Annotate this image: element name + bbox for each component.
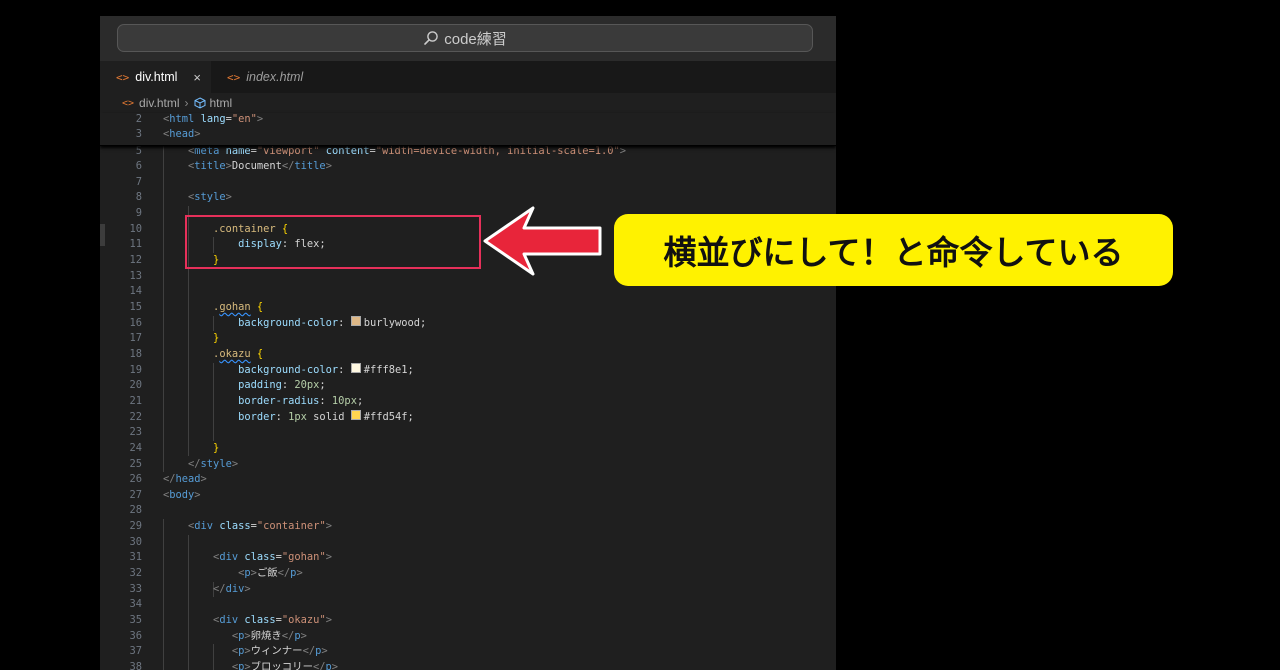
code-line[interactable]: background-color: #fff8e1; (163, 362, 414, 379)
line-number: 2 (135, 112, 142, 125)
code-line[interactable]: <head> (163, 127, 201, 143)
line-number: 37 (129, 645, 142, 658)
code-line[interactable]: </style> (163, 457, 238, 473)
annotation-callout: 横並びにして！と命令している (614, 214, 1173, 286)
line-number: 26 (129, 473, 142, 486)
code-line[interactable]: .okazu { (163, 347, 263, 363)
code-line[interactable]: background-color: burlywood; (163, 315, 426, 332)
code-line[interactable]: border: 1px solid #ffd54f; (163, 409, 414, 426)
callout-text: 横並びにして！と命令している (663, 233, 1124, 272)
code-line[interactable]: <p>ブロッコリー</p> (163, 660, 338, 670)
line-number: 20 (129, 379, 142, 392)
highlight-box (185, 215, 481, 269)
line-number: 29 (129, 520, 142, 533)
code-line[interactable]: padding: 20px; (163, 378, 326, 394)
code-line[interactable]: </head> (163, 472, 207, 488)
code-line[interactable]: <html lang="en"> (163, 112, 263, 128)
code-line[interactable]: <div class="container"> (163, 519, 332, 535)
code-line[interactable]: border-radius: 10px; (163, 394, 363, 410)
line-number: 23 (129, 426, 142, 439)
line-number: 30 (129, 535, 142, 548)
line-number: 3 (135, 128, 142, 141)
line-number: 32 (129, 567, 142, 580)
line-number: 10 (129, 222, 142, 235)
code-line[interactable]: } (163, 331, 219, 347)
line-number: 25 (129, 457, 142, 470)
line-number: 24 (129, 441, 142, 454)
editor-window: code練習 <> div.html × <> index.html <> di… (100, 16, 836, 670)
line-number: 6 (135, 160, 142, 173)
line-number: 28 (129, 504, 142, 517)
arrow-left-icon (483, 206, 602, 276)
line-number: 13 (129, 269, 142, 282)
code-line[interactable]: <p>ご飯</p> (163, 566, 303, 582)
line-number: 9 (135, 207, 142, 220)
line-number: 31 (129, 551, 142, 564)
line-number: 21 (129, 394, 142, 407)
line-number: 35 (129, 614, 142, 626)
line-number: 34 (129, 598, 142, 611)
line-number: 19 (129, 363, 142, 376)
code-line[interactable]: <p>卵焼き</p> (163, 629, 307, 645)
code-line[interactable]: </div> (163, 582, 251, 598)
line-number: 12 (129, 254, 142, 267)
line-number: 18 (129, 347, 142, 360)
line-number: 14 (129, 285, 142, 298)
code-line[interactable]: .gohan { (163, 300, 263, 316)
line-number: 27 (129, 488, 142, 501)
code-line[interactable]: <p>ウィンナー</p> (163, 644, 328, 660)
line-number: 16 (129, 316, 142, 329)
line-number: 15 (129, 301, 142, 313)
line-number: 33 (129, 582, 142, 595)
code-line[interactable]: <style> (163, 190, 232, 206)
line-number: 17 (129, 332, 142, 345)
line-number: 7 (135, 175, 142, 188)
code-line[interactable]: <title>Document</title> (163, 159, 332, 175)
code-line[interactable]: <div class="okazu"> (163, 613, 332, 629)
line-number: 38 (129, 660, 142, 670)
line-number: 11 (129, 238, 142, 251)
line-number: 8 (135, 191, 142, 204)
line-number: 36 (129, 629, 142, 642)
code-line[interactable]: } (163, 441, 219, 457)
code-line[interactable]: <body> (163, 488, 201, 504)
line-number: 22 (129, 410, 142, 423)
code-line[interactable]: <div class="gohan"> (163, 550, 332, 566)
